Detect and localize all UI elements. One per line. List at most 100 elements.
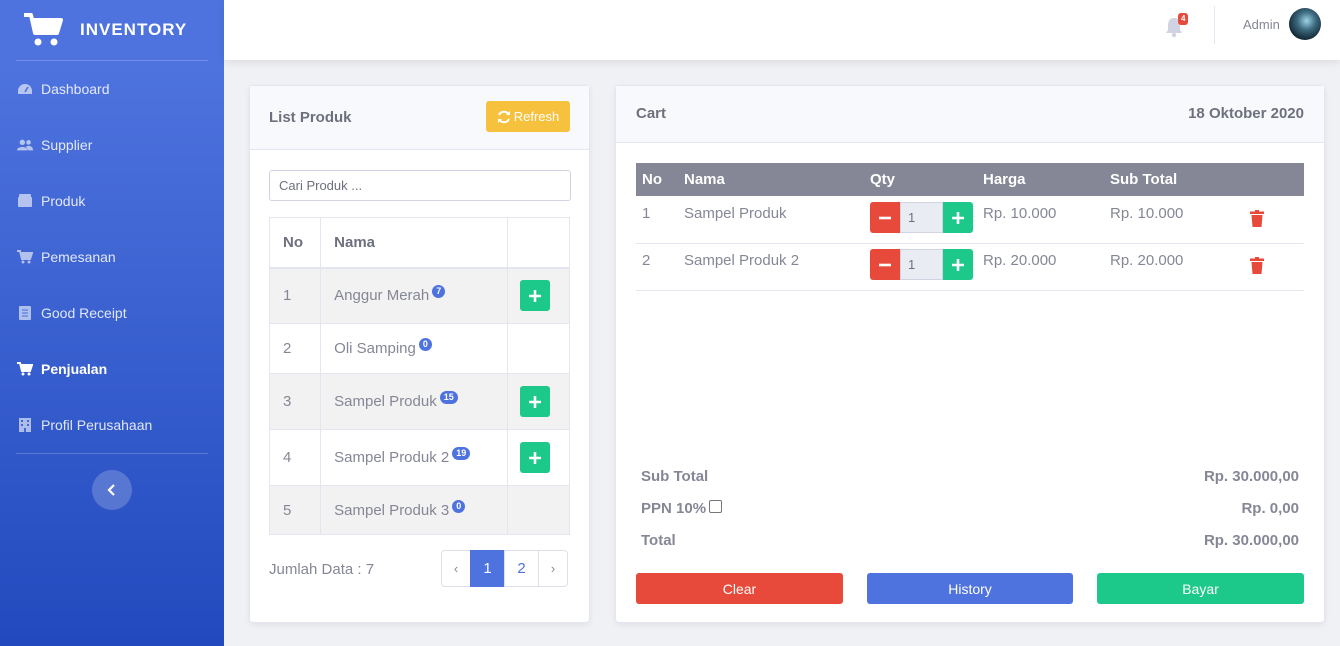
trash-icon[interactable] [1250, 257, 1264, 274]
cart-row: 1 Sampel Produk Rp. 10.000 Rp. 10.000 [636, 197, 1304, 244]
row-number: 1 [268, 267, 322, 324]
trash-icon[interactable] [1250, 210, 1264, 227]
sidebar-item-good-receipt[interactable]: Good Receipt [0, 285, 224, 341]
brand[interactable]: INVENTORY [0, 0, 224, 60]
clear-button[interactable]: Clear [636, 573, 843, 604]
add-to-cart-button[interactable] [519, 386, 550, 417]
product-name: Sampel Produk 2 [334, 449, 450, 466]
user-name[interactable]: Admin [1243, 17, 1280, 32]
quantity-stepper [870, 202, 973, 233]
action-cell [506, 323, 571, 374]
stock-badge: 15 [439, 391, 458, 404]
plus-icon [528, 289, 541, 302]
column-header-nama: Nama [320, 217, 508, 269]
cart-title: Cart [636, 105, 667, 122]
sidebar-item-label: Produk [41, 193, 86, 209]
cart-item-name: Sampel Produk 2 [684, 252, 800, 269]
cart-table-header: No Nama Qty Harga Sub Total [636, 163, 1304, 196]
action-cell [506, 373, 571, 430]
column-header-qty: Qty [870, 171, 896, 188]
plus-icon [528, 395, 541, 408]
refresh-icon [497, 110, 510, 123]
cart-item-price: Rp. 10.000 [983, 205, 1057, 222]
table-row: 4 Sampel Produk 2 19 [268, 429, 571, 486]
pagination-page-1[interactable]: 1 [470, 550, 505, 587]
action-cell [506, 485, 571, 535]
users-icon [17, 138, 33, 152]
pagination-prev[interactable]: ‹ [441, 550, 471, 587]
refresh-label: Refresh [513, 109, 560, 124]
cart-item-subtotal: Rp. 10.000 [1110, 205, 1184, 222]
pagination-next[interactable]: › [538, 550, 568, 587]
table-header-row: No Nama [268, 217, 571, 269]
refresh-button[interactable]: Refresh [486, 101, 570, 132]
product-list-title: List Produk [269, 109, 352, 126]
add-to-cart-button[interactable] [519, 280, 550, 312]
quantity-stepper [870, 249, 973, 280]
action-cell [506, 429, 571, 486]
row-number: 3 [268, 373, 322, 430]
ppn-checkbox[interactable] [709, 500, 723, 513]
topbar-divider [1214, 6, 1215, 44]
search-input[interactable] [269, 170, 571, 201]
product-list-card: List Produk Refresh No Nama 1 Anggur Mer… [249, 85, 590, 623]
sidebar-toggle-button[interactable] [92, 470, 132, 510]
sidebar: INVENTORY Dashboard Supplier Produk Peme… [0, 0, 224, 646]
avatar[interactable] [1289, 8, 1321, 40]
product-name-cell: Sampel Produk 15 [320, 373, 508, 430]
sidebar-item-dashboard[interactable]: Dashboard [0, 61, 224, 117]
column-header-subtotal: Sub Total [1110, 171, 1178, 188]
subtotal-value: Rp. 30.000,00 [1203, 468, 1299, 485]
add-to-cart-button[interactable] [519, 442, 550, 473]
cart-item-price: Rp. 20.000 [983, 252, 1057, 269]
plus-icon [528, 451, 541, 464]
sidebar-item-pemesanan[interactable]: Pemesanan [0, 229, 224, 285]
quantity-input[interactable] [900, 202, 943, 233]
sidebar-item-label: Pemesanan [41, 249, 116, 265]
pagination-page-2[interactable]: 2 [504, 550, 539, 587]
tachometer-icon [17, 82, 33, 96]
cart-date: 18 Oktober 2020 [1188, 105, 1304, 122]
sidebar-item-label: Penjualan [41, 361, 108, 377]
cart-icon [24, 13, 63, 46]
decrease-qty-button[interactable] [870, 202, 900, 233]
plus-icon [952, 258, 964, 271]
cart-row: 2 Sampel Produk 2 Rp. 20.000 Rp. 20.000 [636, 244, 1304, 291]
table-row: 2 Oli Samping 0 [268, 323, 571, 374]
minus-icon [879, 263, 891, 266]
cart-item-subtotal: Rp. 20.000 [1110, 252, 1184, 269]
chevron-left-icon [107, 484, 115, 496]
sidebar-item-label: Good Receipt [41, 305, 127, 321]
increase-qty-button[interactable] [943, 202, 973, 233]
sidebar-item-supplier[interactable]: Supplier [0, 117, 224, 173]
product-name-cell: Sampel Produk 30 [320, 485, 508, 535]
pay-button[interactable]: Bayar [1097, 573, 1304, 604]
cart-card: Cart 18 Oktober 2020 No Nama Qty Harga S… [615, 85, 1325, 623]
table-row: 3 Sampel Produk 15 [268, 373, 571, 430]
sidebar-item-label: Dashboard [41, 81, 110, 97]
product-name-cell: Anggur Merah 7 [320, 267, 508, 324]
stock-badge: 19 [452, 447, 471, 460]
sidebar-item-produk[interactable]: Produk [0, 173, 224, 229]
sidebar-item-label: Profil Perusahaan [41, 417, 153, 433]
sidebar-item-profil-perusahaan[interactable]: Profil Perusahaan [0, 397, 224, 453]
cart-row-number: 2 [642, 252, 651, 269]
total-value: Rp. 30.000,00 [1203, 532, 1299, 549]
increase-qty-button[interactable] [943, 249, 973, 280]
pagination: ‹ 1 2 › [441, 550, 568, 587]
ppn-label-group: PPN 10% [641, 500, 723, 517]
quantity-input[interactable] [900, 249, 943, 280]
product-name-cell: Oli Samping 0 [320, 323, 508, 374]
cart-icon [17, 250, 33, 264]
action-cell [506, 267, 571, 324]
column-header-no: No [268, 217, 322, 269]
stock-badge: 0 [418, 338, 432, 351]
sidebar-item-penjualan[interactable]: Penjualan [0, 341, 224, 397]
stock-badge: 7 [432, 285, 446, 299]
history-button[interactable]: History [867, 573, 1073, 604]
product-name-cell: Sampel Produk 2 19 [320, 429, 508, 486]
decrease-qty-button[interactable] [870, 249, 900, 280]
minus-icon [879, 216, 891, 219]
sidebar-divider [16, 453, 208, 454]
total-label: Total [641, 532, 676, 549]
